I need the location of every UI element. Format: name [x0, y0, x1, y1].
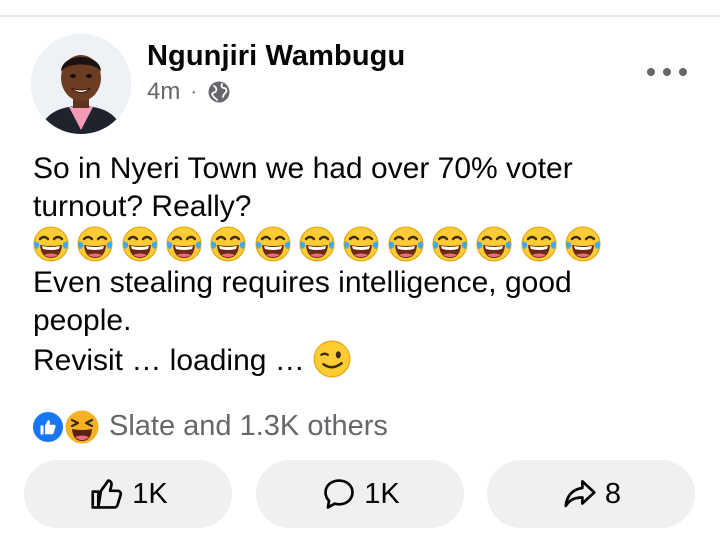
post-text-line: Revisit … loading … [33, 344, 305, 377]
face-with-tears-of-joy-icon [343, 226, 379, 262]
author-name[interactable]: Ngunjiri Wambugu [147, 40, 405, 73]
emoji-row [33, 226, 693, 264]
like-reaction-icon [31, 410, 65, 444]
face-with-tears-of-joy-icon [388, 226, 424, 262]
more-options-button[interactable] [647, 62, 687, 82]
face-with-tears-of-joy-icon [565, 226, 601, 262]
share-icon [564, 479, 596, 508]
face-with-tears-of-joy-icon [476, 226, 512, 262]
post-text-line: turnout? Really? [33, 190, 252, 223]
post-text-line-last: Revisit … loading … [33, 340, 693, 380]
winking-face-icon [313, 340, 351, 378]
face-with-tears-of-joy-icon [299, 226, 335, 262]
haha-reaction-icon [63, 408, 101, 446]
post-meta: 4m · [147, 78, 231, 106]
like-count: 1K [132, 477, 168, 510]
face-with-tears-of-joy-icon [255, 226, 291, 262]
face-with-tears-of-joy-icon [210, 226, 246, 262]
post-text-line: So in Nyeri Town we had over 70% voter [33, 152, 573, 185]
more-dots-icon [647, 68, 655, 76]
like-button[interactable]: 1K [24, 460, 232, 528]
comment-count: 1K [364, 477, 400, 510]
reaction-count[interactable]: Slate and 1.3K others [109, 410, 388, 443]
post-body: So in Nyeri Town we had over 70% voter t… [33, 150, 693, 380]
like-icon [91, 479, 123, 509]
face-with-tears-of-joy-icon [33, 226, 69, 262]
share-count: 8 [604, 477, 622, 510]
avatar[interactable] [31, 34, 131, 134]
post-time[interactable]: 4m [147, 78, 180, 106]
face-with-tears-of-joy-icon [521, 226, 557, 262]
globe-icon[interactable] [207, 80, 231, 104]
meta-separator: · [190, 80, 198, 103]
profile-photo [31, 34, 131, 134]
face-with-tears-of-joy-icon [122, 226, 158, 262]
face-with-tears-of-joy-icon [432, 226, 468, 262]
share-button[interactable]: 8 [487, 460, 695, 528]
reaction-icons [31, 406, 105, 446]
top-divider [0, 15, 720, 17]
comment-icon [324, 479, 355, 509]
face-with-tears-of-joy-icon [166, 226, 202, 262]
post-text-line: Even stealing requires intelligence, goo… [33, 266, 572, 299]
comment-button[interactable]: 1K [256, 460, 464, 528]
reactions-summary[interactable]: Slate and 1.3K others [31, 406, 388, 446]
post-text-line: people. [33, 304, 132, 337]
face-with-tears-of-joy-icon [77, 226, 113, 262]
